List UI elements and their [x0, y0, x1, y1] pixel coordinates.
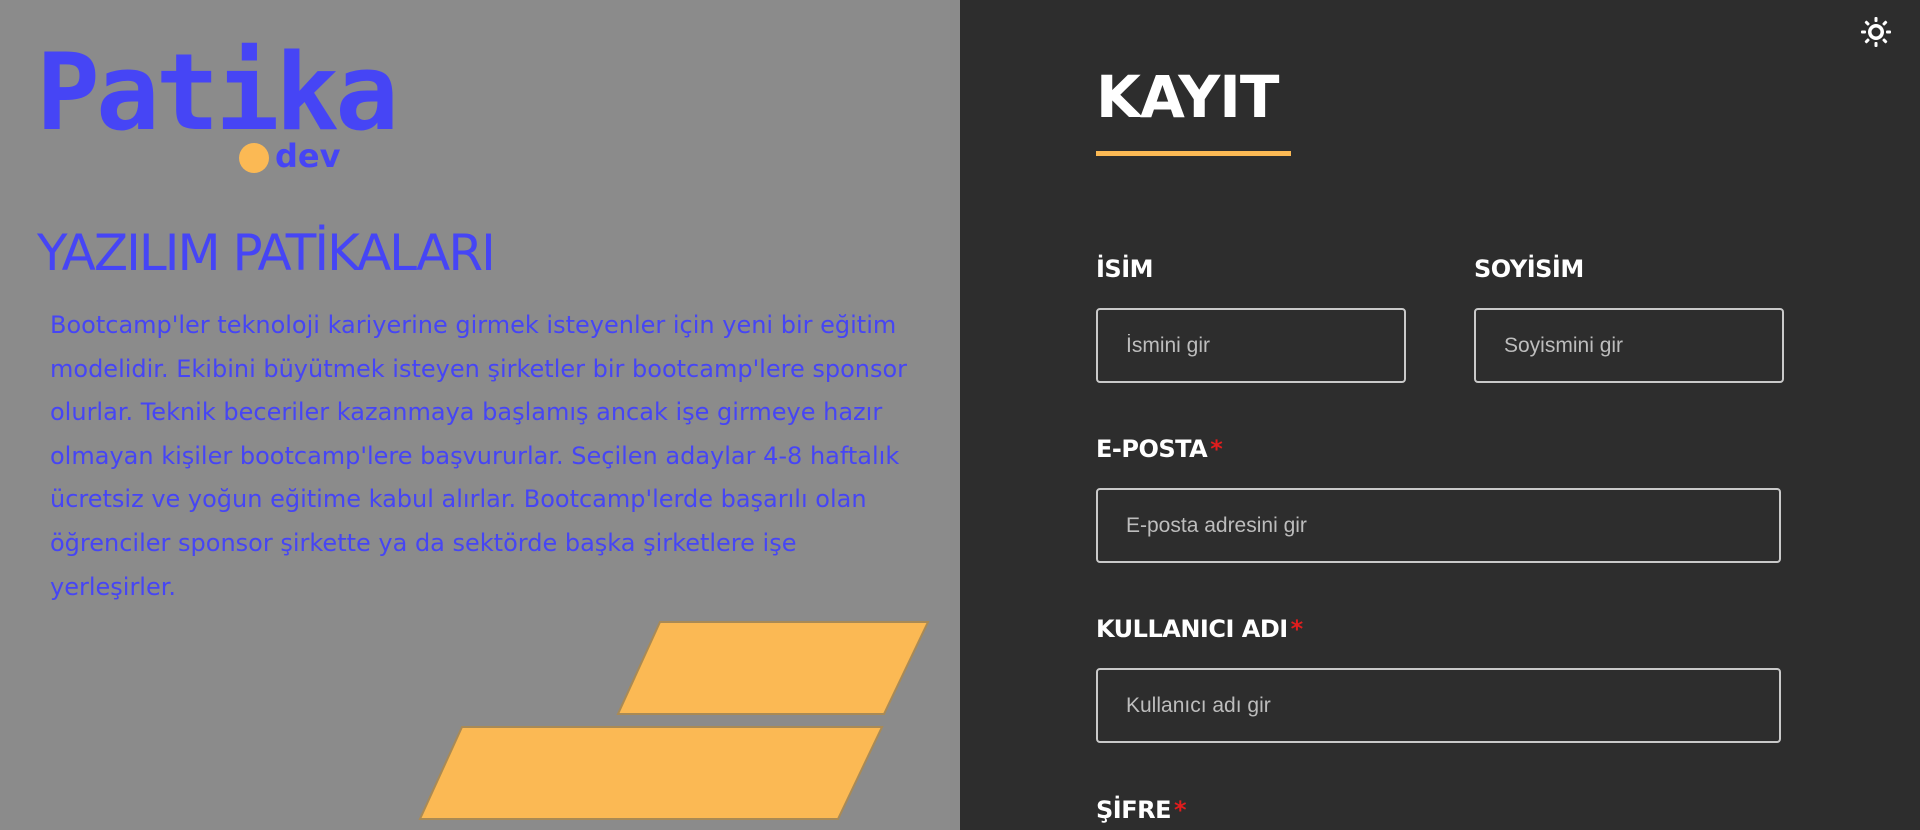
decorative-parallelogram-top [616, 621, 930, 715]
form-title: KAYIT [1096, 63, 1279, 131]
required-asterisk: * [1210, 435, 1223, 463]
username-input[interactable] [1096, 668, 1781, 743]
theme-toggle-button[interactable] [1860, 16, 1892, 48]
password-label-text: ŞİFRE [1096, 796, 1171, 824]
register-panel: KAYIT İSİM SOYİSİM E-POSTA* KULLANICI AD… [960, 0, 1920, 830]
email-input[interactable] [1096, 488, 1781, 563]
required-asterisk: * [1173, 796, 1187, 824]
panel-title: YAZILIM PATİKALARI [37, 224, 496, 282]
last-name-label-text: SOYİSİM [1474, 255, 1584, 283]
password-label: ŞİFRE * [1096, 796, 1187, 824]
logo-dot-icon [239, 143, 269, 173]
patika-logo: Patika dev [36, 40, 399, 180]
page: Patika dev YAZILIM PATİKALARI Bootcamp'l… [0, 0, 1920, 830]
first-name-input[interactable] [1096, 308, 1406, 383]
username-label-text: KULLANICI ADI [1096, 615, 1288, 643]
info-panel: Patika dev YAZILIM PATİKALARI Bootcamp'l… [0, 0, 960, 830]
sun-icon [1861, 17, 1891, 47]
last-name-input[interactable] [1474, 308, 1784, 383]
first-name-label: İSİM [1096, 255, 1154, 283]
required-asterisk: * [1290, 615, 1304, 643]
username-label: KULLANICI ADI * [1096, 617, 1303, 641]
first-name-label-text: İSİM [1096, 255, 1154, 283]
email-label: E-POSTA * [1096, 435, 1223, 463]
email-label-text: E-POSTA [1096, 435, 1208, 463]
title-underline [1096, 151, 1291, 156]
logo-sub: dev [275, 137, 341, 175]
panel-description: Bootcamp'ler teknoloji kariyerine girmek… [50, 311, 908, 601]
decorative-parallelogram-bottom [418, 726, 884, 820]
last-name-label: SOYİSİM [1474, 257, 1584, 281]
logo-word: Patika [36, 31, 399, 154]
